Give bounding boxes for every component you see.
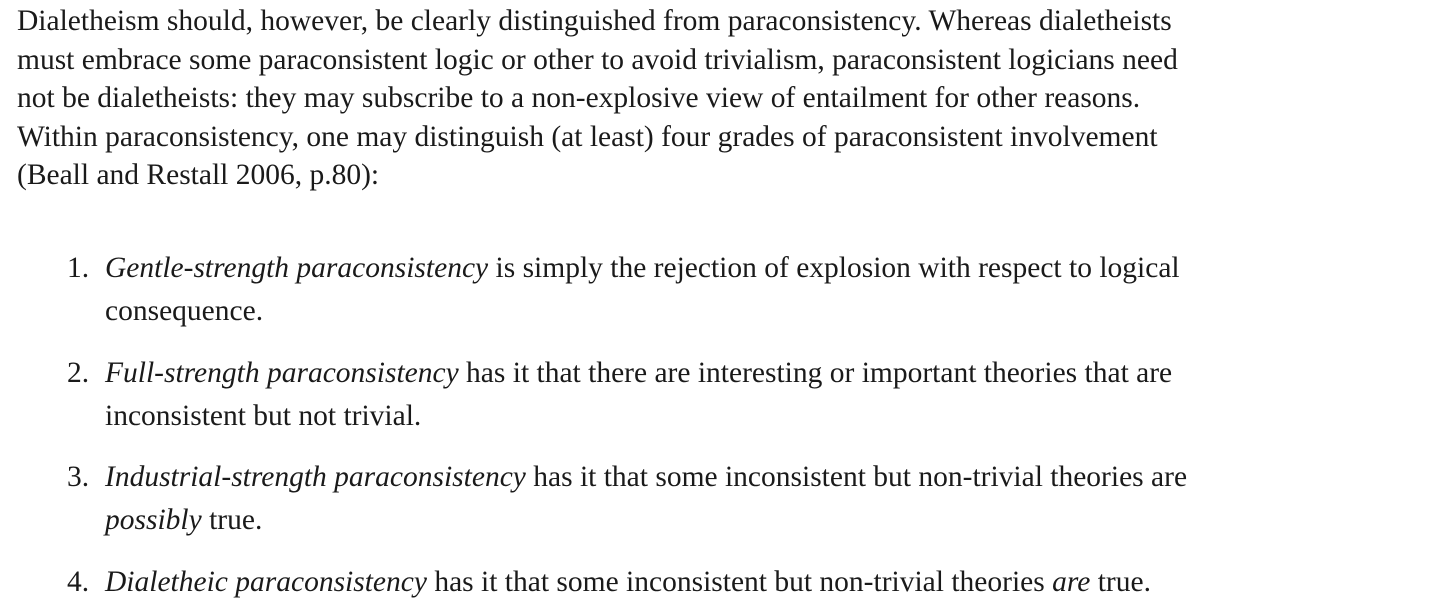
grade-description: true. [201,504,263,536]
grade-term: Full-strength paraconsistency [105,357,459,389]
list-number: 4. [67,566,90,598]
grade-term: Industrial-strength paraconsistency [105,461,526,493]
list-item: 3. Industrial-strength paraconsistency h… [17,457,1187,540]
list-item-line: consequence. [105,295,264,327]
paragraph-line: not be dialetheists: they may subscribe … [17,82,1141,115]
grade-description: has it that there are interesting or imp… [458,357,1173,389]
paragraph-line: Dialetheism should, however, be clearly … [17,5,1172,37]
list-item-line: Full-strength paraconsistency has it tha… [105,353,1172,393]
list-item: 4. Dialetheic paraconsistency has it tha… [17,562,1151,602]
list-item-line: inconsistent but not trivial. [105,400,422,432]
paragraph-line: must embrace some paraconsistent logic o… [17,43,1178,76]
grade-description: has it that some inconsistent but non-tr… [426,566,1053,598]
grade-term: Gentle-strength paraconsistency [105,252,489,284]
grade-term: Dialetheic paraconsistency [105,566,427,598]
emphasis: are [1052,566,1091,598]
emphasis: possibly [105,504,202,536]
list-item-line: Industrial-strength paraconsistency has … [105,457,1187,497]
list-number: 2. [67,357,90,389]
list-number: 3. [67,461,90,493]
list-item-line: Gentle-strength paraconsistency is simpl… [105,248,1180,288]
list-item: 2. Full-strength paraconsistency has it … [17,353,1172,436]
paragraph-line: (Beall and Restall 2006, p.80): [17,159,380,192]
grade-description: true. [1090,566,1151,598]
list-number: 1. [67,252,90,284]
paragraph-line: Within paraconsistency, one may distingu… [17,120,1158,153]
grade-description: has it that some inconsistent but non-tr… [525,461,1188,493]
list-item-line: Dialetheic paraconsistency has it that s… [105,562,1151,602]
intro-paragraph: Dialetheism should, however, be clearly … [17,0,1178,195]
list-item: 1. Gentle-strength paraconsistency is si… [17,248,1180,331]
grade-description: is simply the rejection of explosion wit… [488,252,1180,284]
list-item-line: possibly true. [105,500,1187,540]
